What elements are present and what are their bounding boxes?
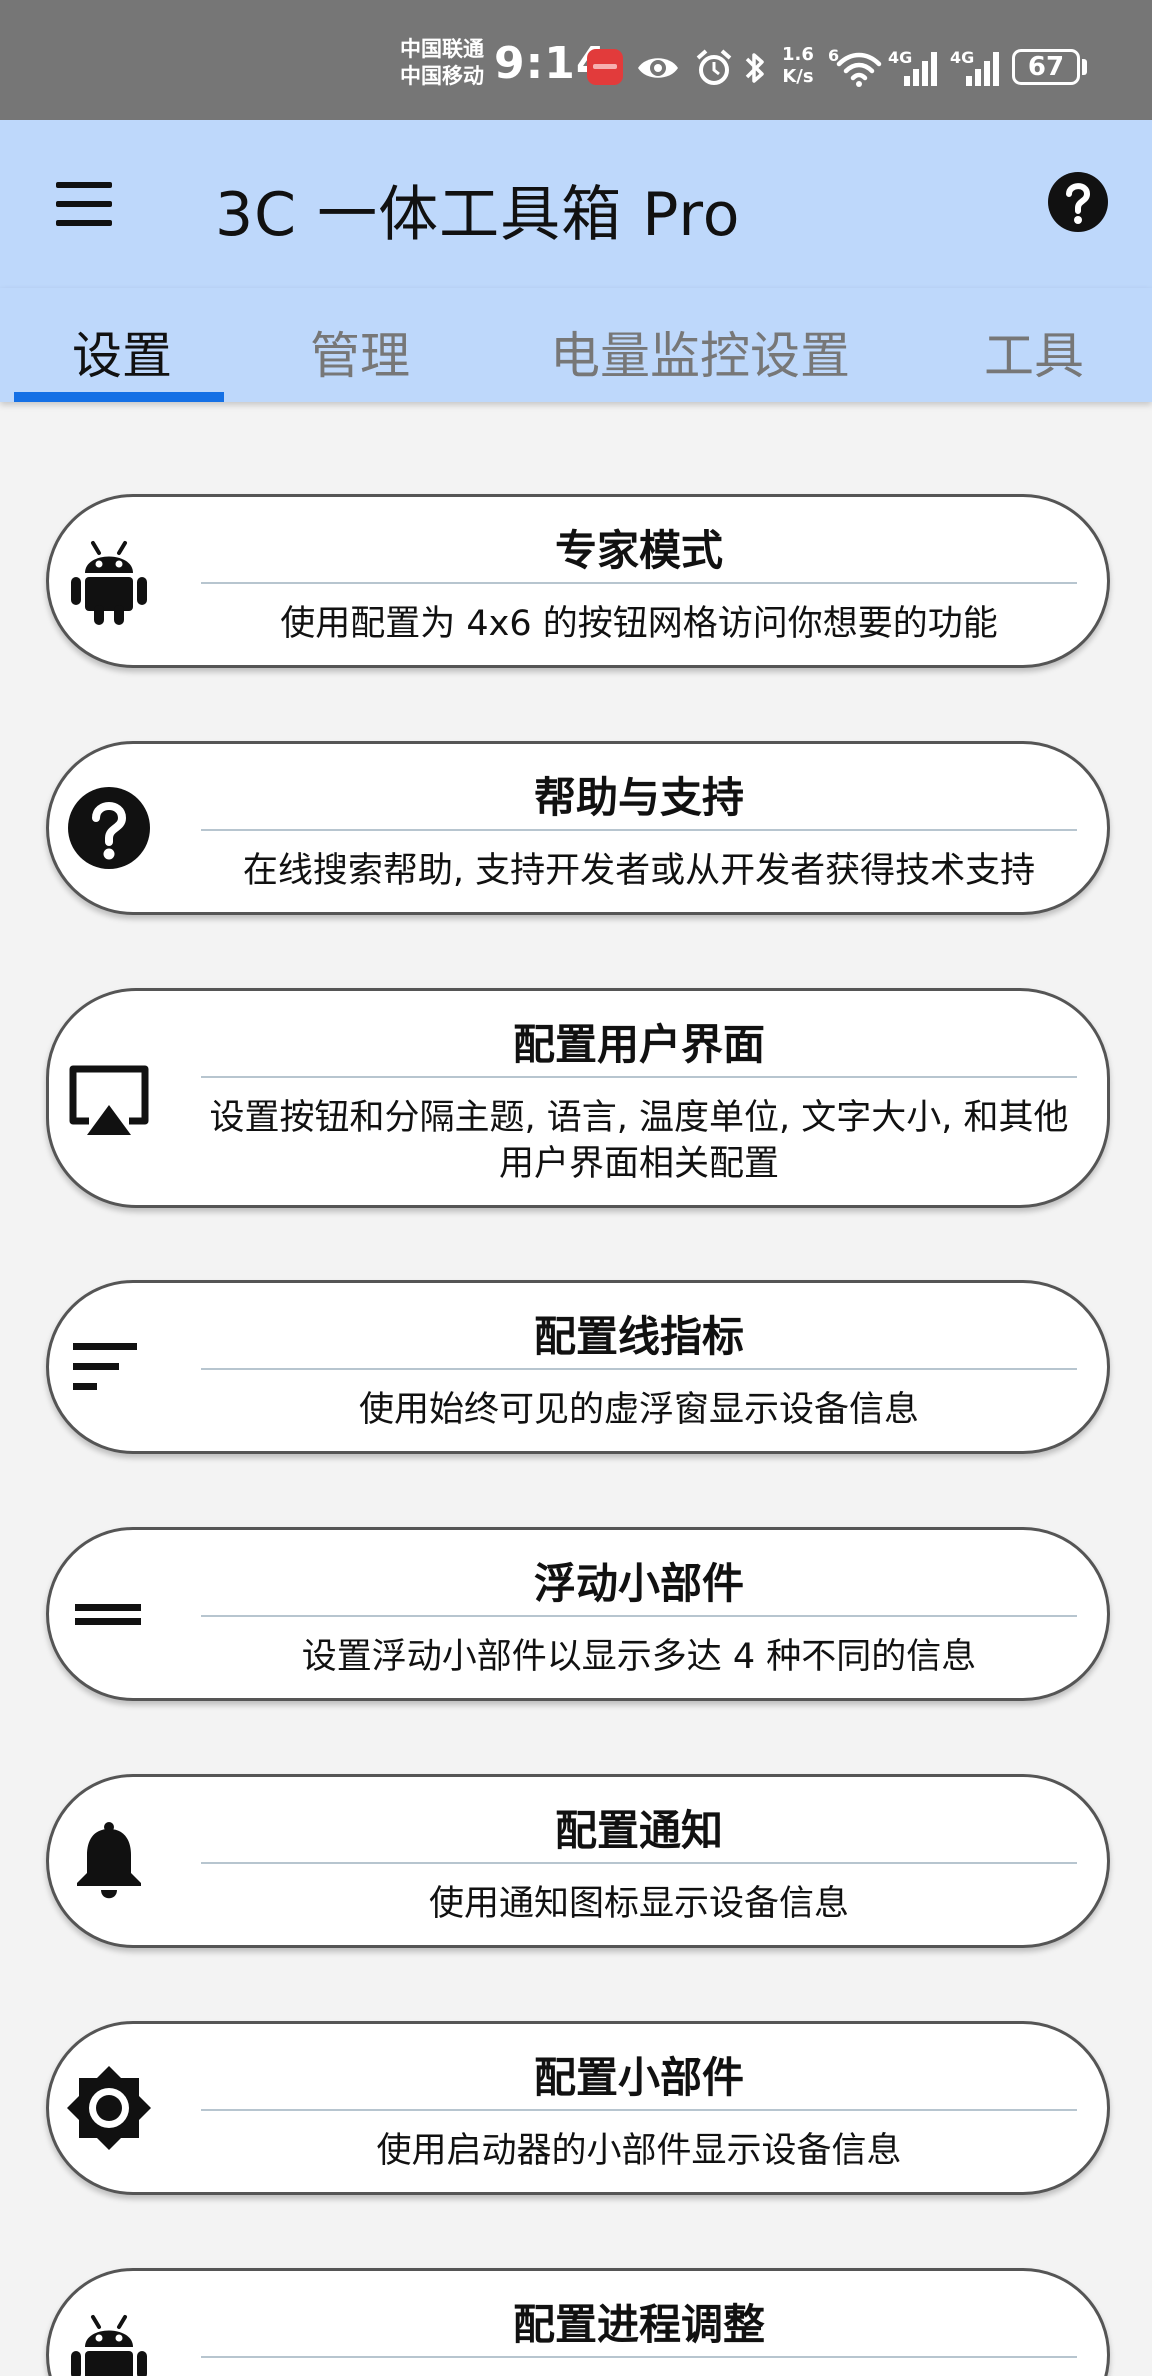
card-floating-widget[interactable]: 浮动小部件 设置浮动小部件以显示多达 4 种不同的信息 [46,1527,1110,1701]
card-description: 使用始终可见的虚浮窗显示设备信息 [358,1390,919,1430]
card-title: 配置线指标 [533,1312,744,1361]
app-bar: 3C 一体工具箱 Pro [0,120,1152,288]
tab-bar: 设置 管理 电量监控设置 工具 [0,288,1152,402]
alarm-icon [696,49,732,85]
carrier-2: 中国移动 [400,64,484,88]
card-divider [201,1076,1077,1078]
sort-lines-icon [73,1343,137,1390]
card-description: 设置浮动小部件以显示多达 4 种不同的信息 [301,1637,977,1677]
card-title: 浮动小部件 [533,1559,744,1608]
card-line-indicator[interactable]: 配置线指标 使用始终可见的虚浮窗显示设备信息 [46,1280,1110,1454]
card-divider [201,2109,1077,2111]
app-notification-icon [587,49,623,85]
card-divider [201,582,1077,584]
wifi-icon [836,52,882,87]
card-title: 帮助与支持 [533,773,744,822]
status-bar: 中国联通 中国移动 9:14 1.6 K/s 6 4G 4G 67 [0,0,1152,120]
help-circle-icon [68,787,150,869]
cast-screen-icon [69,1065,149,1135]
card-title: 配置小部件 [533,2053,744,2102]
tab-indicator [14,392,224,402]
bluetooth-icon [745,53,764,83]
card-divider [201,1862,1077,1864]
android-icon [71,541,147,625]
help-button[interactable] [1046,170,1110,234]
card-process-tuning[interactable]: 配置进程调整 [46,2268,1110,2376]
card-description: 使用启动器的小部件显示设备信息 [376,2131,902,2171]
eye-icon [638,58,678,78]
tab-management[interactable]: 管理 [310,316,410,388]
card-configure-ui[interactable]: 配置用户界面 设置按钮和分隔主题, 语言, 温度单位, 文字大小, 和其他用户界… [46,988,1110,1208]
card-description: 设置按钮和分隔主题, 语言, 温度单位, 文字大小, 和其他用户界面相关配置 [209,1098,1069,1184]
tab-settings[interactable]: 设置 [72,316,172,388]
tab-battery-monitor-settings[interactable]: 电量监控设置 [550,316,850,388]
card-description: 使用配置为 4x6 的按钮网格访问你想要的功能 [280,604,998,644]
equal-lines-icon [75,1604,141,1625]
card-divider [201,2356,1077,2358]
card-configure-notification[interactable]: 配置通知 使用通知图标显示设备信息 [46,1774,1110,1948]
card-title: 配置用户界面 [512,1020,765,1069]
card-title: 配置进程调整 [512,2300,765,2349]
app-title: 3C 一体工具箱 Pro [215,180,741,250]
carrier-info: 中国联通 中国移动 [400,36,484,90]
battery-indicator: 67 [1012,49,1080,85]
signal-icon [966,52,999,86]
tab-tools[interactable]: 工具 [984,316,1084,388]
signal-icon [904,52,937,86]
android-icon [71,2315,147,2376]
network-speed: 1.6 K/s [782,44,814,87]
card-title: 专家模式 [554,526,723,575]
card-description: 在线搜索帮助, 支持开发者或从开发者获得技术支持 [242,851,1036,891]
card-title: 配置通知 [554,1806,723,1855]
menu-button[interactable] [50,176,120,232]
brightness-icon [67,2066,151,2150]
card-divider [201,1368,1077,1370]
card-expert-mode[interactable]: 专家模式 使用配置为 4x6 的按钮网格访问你想要的功能 [46,494,1110,668]
battery-tip [1082,59,1087,75]
card-configure-widget[interactable]: 配置小部件 使用启动器的小部件显示设备信息 [46,2021,1110,2195]
menu-icon [56,182,112,188]
card-divider [201,829,1077,831]
card-help-support[interactable]: 帮助与支持 在线搜索帮助, 支持开发者或从开发者获得技术支持 [46,741,1110,915]
card-description: 使用通知图标显示设备信息 [428,1884,849,1924]
card-divider [201,1615,1077,1617]
bell-icon [77,1822,141,1899]
carrier-1: 中国联通 [400,37,484,61]
